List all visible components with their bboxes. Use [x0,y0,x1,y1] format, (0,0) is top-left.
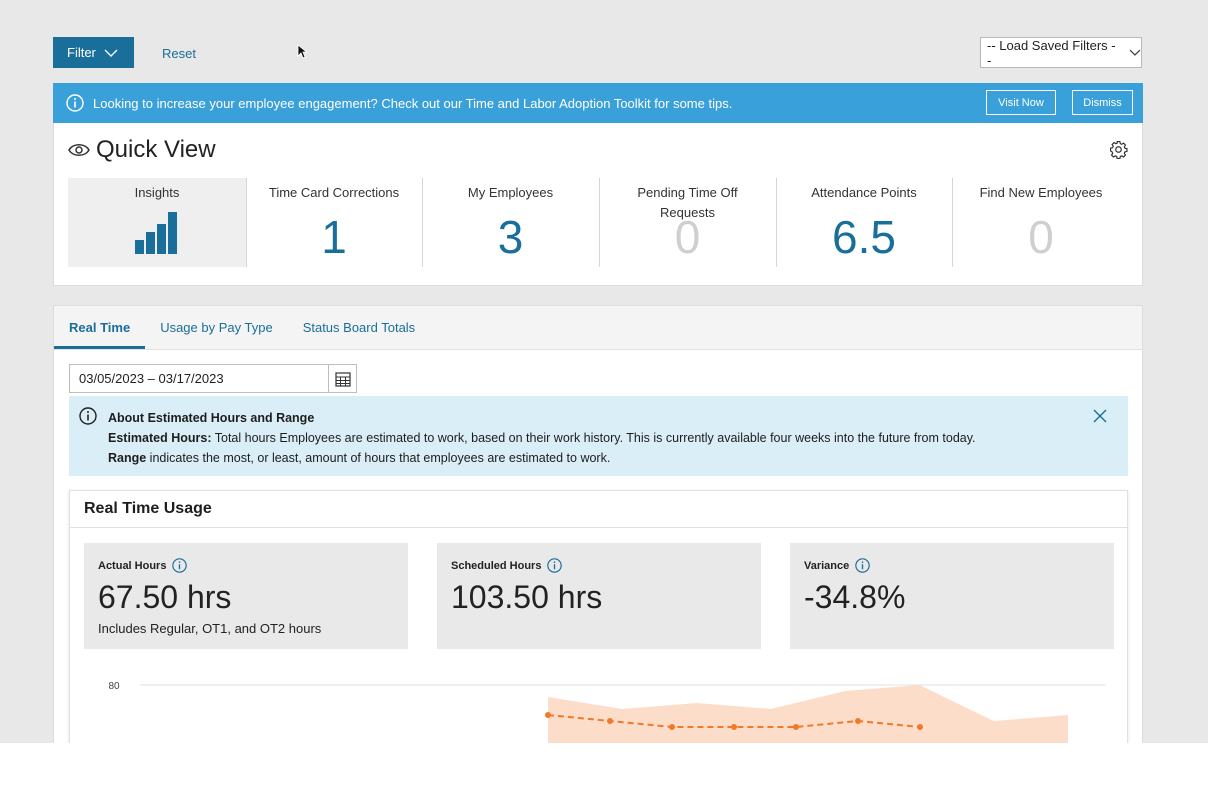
date-range-value: 03/05/2023 – 03/17/2023 [79,371,224,386]
chevron-down-icon [1129,49,1141,56]
tile-value: 0 [1028,211,1054,263]
tab-real-time[interactable]: Real Time [54,306,146,349]
estimated-hours-info: About Estimated Hours and Range Estimate… [69,396,1128,476]
tab-usage-by-pay-type[interactable]: Usage by Pay Type [145,306,288,349]
visit-now-button[interactable]: Visit Now [986,90,1056,115]
tile-attendance-points[interactable]: Attendance Points 6.5 [776,178,952,267]
quick-view-title: Quick View [68,136,216,164]
tile-value: 3 [497,211,524,263]
info-icon[interactable] [547,558,563,573]
metric-value: -34.8% [804,579,906,615]
calendar-button[interactable] [328,365,356,392]
metric-value: 67.50 hrs [98,579,232,615]
metric-variance: Variance -34.8% [790,543,1114,649]
calendar-icon [334,371,351,387]
mouse-cursor-icon [297,44,307,59]
tile-my-employees[interactable]: My Employees 3 [422,178,599,267]
reset-link[interactable]: Reset [162,46,196,61]
tile-pending-time-off[interactable]: Pending Time Off Requests 0 [599,178,776,267]
estimate-point [855,718,861,724]
filter-label: Filter [67,45,96,60]
tile-value: 1 [321,211,347,263]
bar-chart-icon [135,212,177,254]
estimate-point [731,724,737,730]
real-time-usage-card: Real Time Usage Actual Hours 67.50 hrs I… [69,490,1128,743]
dismiss-button[interactable]: Dismiss [1072,90,1133,115]
info-line-estimated: Estimated Hours: Total hours Employees a… [108,431,976,445]
gear-icon[interactable] [1109,140,1128,159]
banner-message: Looking to increase your employee engage… [93,95,733,111]
tile-value: 6.5 [832,211,896,263]
metric-value: 103.50 hrs [451,579,603,615]
quick-view-panel: Quick View Insights Time Card Correction… [53,123,1143,286]
close-icon[interactable] [1092,408,1108,424]
eye-icon [68,144,90,156]
info-title: About Estimated Hours and Range [108,411,315,425]
date-range-picker[interactable]: 03/05/2023 – 03/17/2023 [69,364,357,393]
metric-scheduled-hours: Scheduled Hours 103.50 hrs [437,543,761,649]
metric-subtext: Includes Regular, OT1, and OT2 hours [98,621,322,636]
tab-bar: Real Time Usage by Pay Type Status Board… [54,306,1142,350]
info-icon[interactable] [855,558,871,573]
info-icon[interactable] [172,558,188,573]
usage-chart: 80 [108,681,1106,743]
estimate-point [607,718,613,724]
app-window: Filter Reset -- Load Saved Filters -- Lo… [0,0,1208,743]
card-title: Real Time Usage [70,491,1127,528]
tile-value: 0 [674,211,701,263]
tile-insights[interactable]: Insights [68,178,246,267]
info-line-range: Range indicates the most, or least, amou… [108,451,611,465]
filter-button[interactable]: Filter [53,37,134,68]
estimate-point [545,712,551,718]
metric-actual-hours: Actual Hours 67.50 hrs Includes Regular,… [84,543,408,649]
usage-panel: Real Time Usage by Pay Type Status Board… [53,305,1143,743]
chevron-down-icon [104,49,118,57]
saved-filters-select[interactable]: -- Load Saved Filters -- [980,37,1142,68]
estimate-point [917,724,923,730]
estimate-point [793,724,799,730]
estimate-point [669,724,675,730]
y-tick-label: 80 [108,681,120,692]
tab-status-board-totals[interactable]: Status Board Totals [288,306,431,349]
tile-time-card-corrections[interactable]: Time Card Corrections 1 [246,178,422,267]
saved-filters-label: -- Load Saved Filters -- [987,37,1116,68]
tile-find-new-employees[interactable]: Find New Employees 0 [952,178,1130,267]
promo-banner: Looking to increase your employee engage… [53,83,1143,123]
info-icon [79,407,97,425]
range-area [548,685,1068,743]
info-icon [66,94,84,112]
